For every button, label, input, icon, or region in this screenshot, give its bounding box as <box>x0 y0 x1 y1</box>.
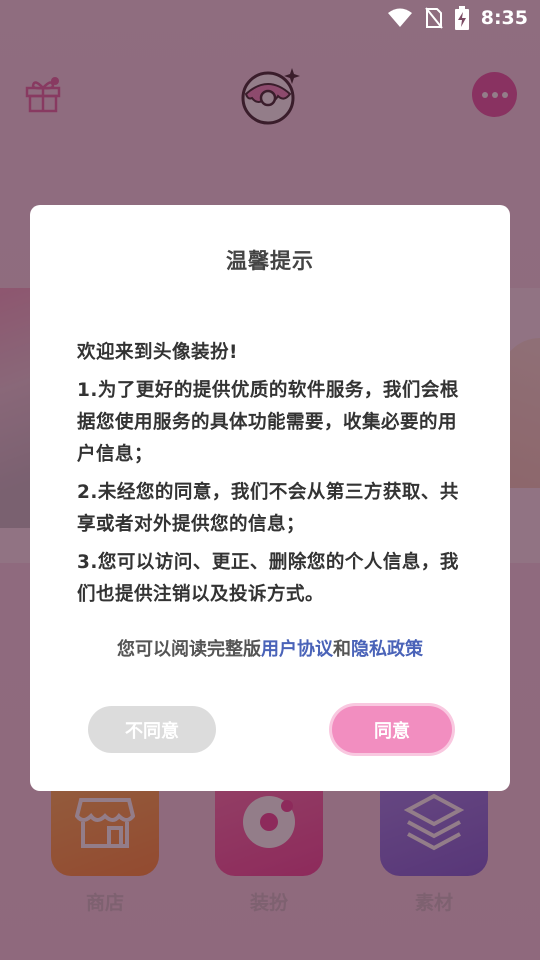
dialog-body: 欢迎来到头像装扮! 1.为了更好的提供优质的软件服务，我们会根据您使用服务的具体… <box>77 337 466 617</box>
privacy-dialog: 温馨提示 欢迎来到头像装扮! 1.为了更好的提供优质的软件服务，我们会根据您使用… <box>30 205 510 791</box>
battery-charging-icon <box>454 6 469 30</box>
no-sim-icon <box>424 7 443 29</box>
dialog-title: 温馨提示 <box>226 249 314 273</box>
and-text: 和 <box>333 639 351 660</box>
terms-item-2: 2.未经您的同意，我们不会从第三方获取、共享或者对外提供您的信息； <box>77 482 459 535</box>
agreement-links: 您可以阅读完整版用户协议和隐私政策 <box>30 635 510 661</box>
read-prefix: 您可以阅读完整版 <box>117 639 261 660</box>
terms-item-3: 3.您可以访问、更正、删除您的个人信息，我们也提供注销以及投诉方式。 <box>77 552 459 605</box>
terms-item-1: 1.为了更好的提供优质的软件服务，我们会根据您使用服务的具体功能需要，收集必要的… <box>77 380 459 465</box>
agree-button[interactable]: 同意 <box>332 706 452 753</box>
privacy-policy-link[interactable]: 隐私政策 <box>351 639 423 660</box>
user-agreement-link[interactable]: 用户协议 <box>261 639 333 660</box>
welcome-text: 欢迎来到头像装扮! <box>77 342 238 363</box>
clock: 8:35 <box>480 7 528 29</box>
status-bar: 8:35 <box>0 0 540 36</box>
disagree-button[interactable]: 不同意 <box>88 706 216 753</box>
wifi-icon <box>387 8 413 28</box>
